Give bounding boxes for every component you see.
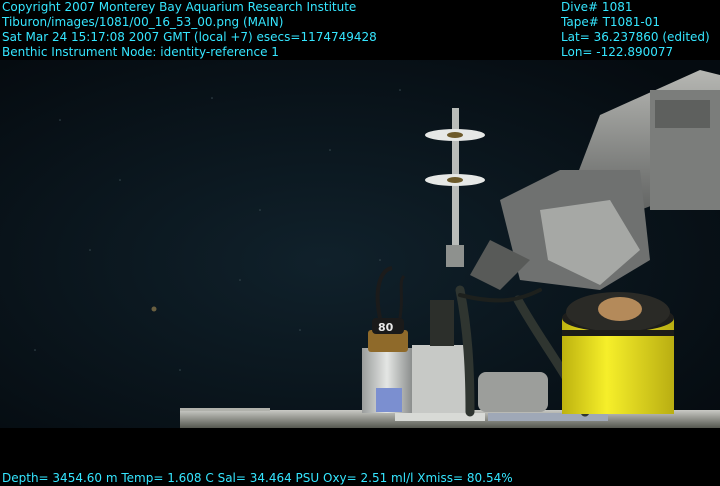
tape-text: Tape# T1081-01 [561, 15, 661, 29]
image-path-text: Tiburon/images/1081/00_16_53_00.png (MAI… [2, 15, 284, 29]
lat-text: Lat= 36.237860 (edited) [561, 30, 710, 44]
rov-video-frame: 80 Copyright 2007 Monterey Bay Aquarium … [0, 0, 720, 486]
instrument-label: 80 [378, 321, 394, 334]
underwater-scene: 80 [0, 0, 720, 486]
node-text: Benthic Instrument Node: identity-refere… [2, 45, 279, 59]
header-right-overlay: Dive# 1081 Tape# T1081-01 Lat= 36.237860… [561, 0, 710, 60]
datetime-text: Sat Mar 24 15:17:08 2007 GMT (local +7) … [2, 30, 377, 44]
lon-text: Lon= -122.890077 [561, 45, 674, 59]
copyright-text: Copyright 2007 Monterey Bay Aquarium Res… [2, 0, 357, 14]
header-left-overlay: Copyright 2007 Monterey Bay Aquarium Res… [2, 0, 377, 60]
telemetry-overlay: Depth= 3454.60 m Temp= 1.608 C Sal= 34.4… [2, 471, 513, 486]
yellow-canister [562, 292, 674, 414]
dive-text: Dive# 1081 [561, 0, 633, 14]
telemetry-text: Depth= 3454.60 m Temp= 1.608 C Sal= 34.4… [2, 471, 513, 485]
